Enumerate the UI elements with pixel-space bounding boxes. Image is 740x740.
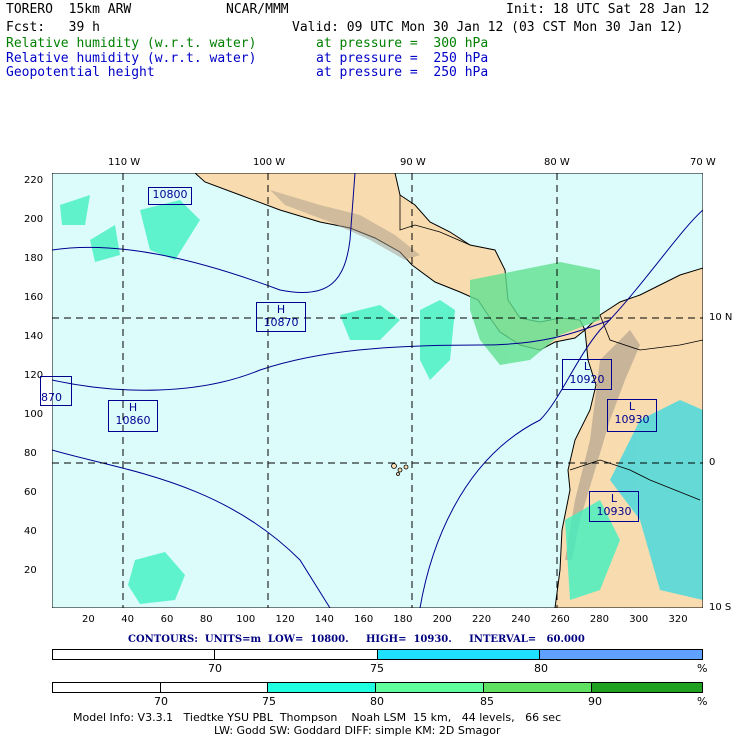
x-tick-label: 180 — [393, 614, 413, 625]
y-tick-label: 60 — [24, 487, 37, 498]
init-time: Init: 18 UTC Sat 28 Jan 12 — [506, 2, 710, 17]
forecast-hour: Fcst: 39 h — [6, 20, 100, 35]
legend-swatch — [161, 683, 269, 692]
x-tick-label: 120 — [275, 614, 295, 625]
contours-info: CONTOURS: UNITS=m LOW= 10800. HIGH= 1093… — [128, 634, 585, 645]
x-tick-label: 140 — [314, 614, 334, 625]
y-tick-label: 160 — [24, 292, 44, 303]
field-3-level: at pressure = 250 hPa — [316, 65, 489, 80]
legend-swatch — [591, 683, 702, 692]
legend-tick: 80 — [534, 662, 548, 675]
center-label: NCAR/MMM — [226, 2, 289, 17]
low-center-box: L 10930 — [607, 399, 657, 432]
contour-label-box: 10800 — [148, 187, 192, 205]
legend-swatch — [215, 650, 378, 659]
legend-swatch — [376, 683, 484, 692]
legend-swatch — [53, 683, 161, 692]
field-2-level: at pressure = 250 hPa — [316, 51, 489, 66]
lon-label: 70 W — [690, 157, 716, 168]
legend-tick: 75 — [370, 662, 384, 675]
model-physics: LW: Godd SW: Goddard DIFF: simple KM: 2D… — [214, 724, 501, 737]
lon-label: 90 W — [400, 157, 426, 168]
lon-label: 80 W — [544, 157, 570, 168]
y-tick-label: 200 — [24, 214, 44, 225]
legend-swatch — [377, 650, 540, 659]
valid-time: Valid: 09 UTC Mon 30 Jan 12 (03 CST Mon … — [292, 20, 684, 35]
weather-plot: TORERO 15km ARW NCAR/MMM Init: 18 UTC Sa… — [0, 0, 740, 740]
low-center-box: L 10930 — [589, 491, 639, 522]
x-tick-label: 160 — [354, 614, 374, 625]
legend-tick: 75 — [262, 695, 276, 708]
legend-tick: 90 — [588, 695, 602, 708]
map-canvas — [52, 173, 703, 608]
x-tick-label: 260 — [550, 614, 570, 625]
contour-label-box: 870 — [40, 376, 72, 406]
field-1-name: Relative humidity (w.r.t. water) — [6, 36, 257, 51]
x-tick-label: 220 — [472, 614, 492, 625]
legend-tick: 70 — [154, 695, 168, 708]
x-tick-label: 320 — [668, 614, 688, 625]
legend-tick: % — [697, 662, 708, 675]
legend-swatch — [53, 650, 216, 659]
high-center-box: H 10870 — [256, 302, 306, 332]
y-tick-label: 140 — [24, 331, 44, 342]
y-tick-label: 100 — [24, 409, 44, 420]
lat-label: 0 — [709, 457, 716, 468]
field-3-name: Geopotential height — [6, 65, 155, 80]
x-tick-label: 240 — [511, 614, 531, 625]
x-tick-label: 60 — [160, 614, 174, 625]
lat-label: 10 N — [709, 312, 733, 323]
x-tick-label: 280 — [589, 614, 609, 625]
legend-tick: 70 — [208, 662, 222, 675]
x-tick-label: 80 — [199, 614, 213, 625]
x-tick-label: 20 — [82, 614, 95, 625]
field-1-level: at pressure = 300 hPa — [316, 36, 489, 51]
x-tick-label: 40 — [121, 614, 135, 625]
y-tick-label: 20 — [24, 565, 37, 576]
x-tick-label: 100 — [236, 614, 256, 625]
lat-label: 10 S — [709, 602, 732, 613]
legend-tick: 80 — [370, 695, 384, 708]
legend-swatch — [539, 650, 702, 659]
field-2-name: Relative humidity (w.r.t. water) — [6, 51, 257, 66]
legend-tick: % — [697, 695, 708, 708]
model-title: TORERO 15km ARW — [6, 2, 132, 17]
lon-label: 100 W — [253, 157, 286, 168]
y-tick-label: 40 — [24, 526, 37, 537]
legend-swatch — [483, 683, 592, 692]
x-tick-label: 300 — [629, 614, 649, 625]
model-info: Model Info: V3.3.1 Tiedtke YSU PBL Thomp… — [73, 711, 562, 724]
lon-label: 110 W — [108, 157, 141, 168]
legend-swatch — [268, 683, 377, 692]
legend-tick: 85 — [480, 695, 494, 708]
legend-300-bar — [52, 682, 703, 693]
high-center-box: H 10860 — [108, 400, 158, 432]
low-center-box: L 10920 — [562, 359, 612, 390]
legend-250-bar — [52, 649, 703, 660]
y-tick-label: 220 — [24, 175, 44, 186]
y-tick-label: 180 — [24, 253, 44, 264]
x-tick-label: 200 — [432, 614, 452, 625]
y-tick-label: 80 — [24, 448, 37, 459]
